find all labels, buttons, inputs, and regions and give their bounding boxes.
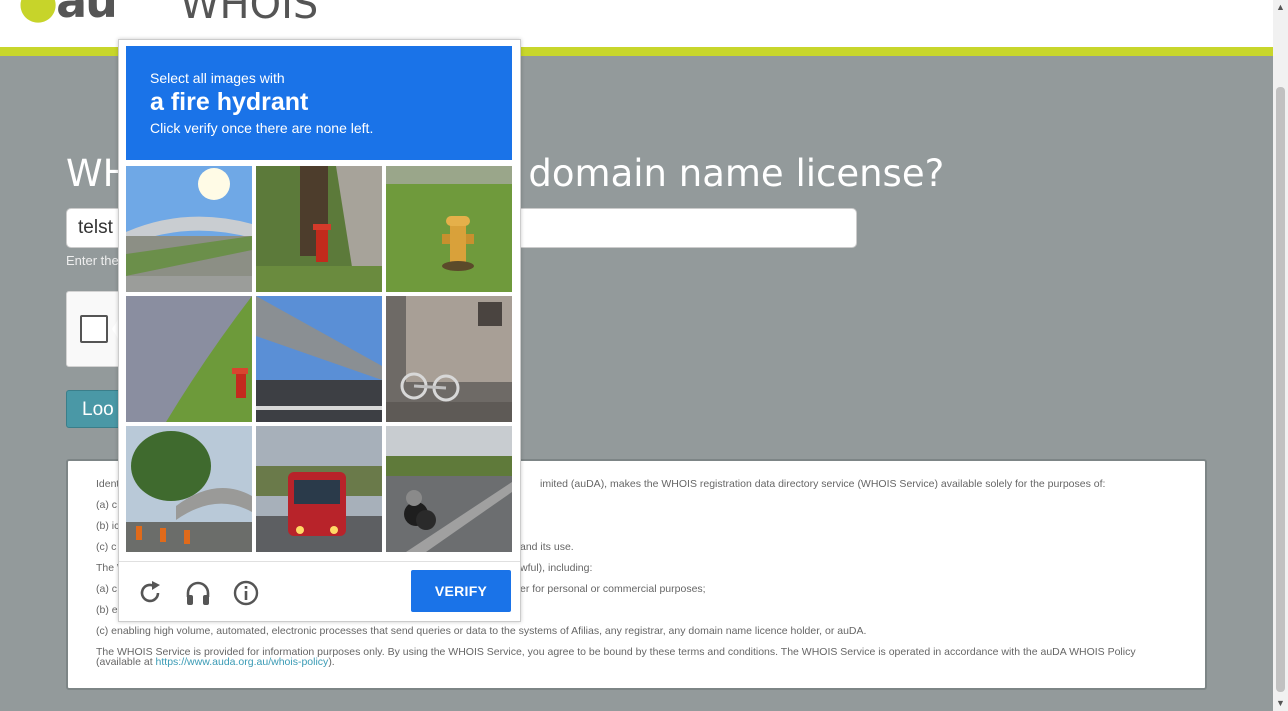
scroll-up-arrow-icon[interactable]: ▲ (1273, 0, 1288, 15)
scroll-thumb[interactable] (1276, 87, 1285, 692)
terms-line-a2-right: er for personal or commercial purposes; (520, 583, 706, 595)
verify-button[interactable]: VERIFY (411, 570, 511, 612)
terms-line-the-right: wful), including: (520, 562, 593, 574)
info-icon[interactable] (232, 579, 260, 607)
terms-line-a1: (a) c (96, 499, 117, 511)
captcha-tile-8[interactable] (256, 426, 382, 552)
search-hint: Enter the (66, 253, 119, 268)
search-input-value: telst (78, 217, 113, 238)
terms-line-c1: (c) c (96, 541, 117, 553)
terms-line-b1: (b) ic (96, 520, 120, 532)
prompt-target: a fire hydrant (150, 88, 309, 116)
terms-line-b2: (b) e (96, 604, 118, 616)
terms-line-intro-right: imited (auDA), makes the WHOIS registrat… (540, 478, 1106, 490)
prompt-instruction: Select all images with (150, 70, 285, 86)
terms-line-policy: (available at https://www.auda.org.au/wh… (96, 656, 335, 668)
terms-line-a2: (a) c (96, 583, 117, 595)
headphones-icon[interactable] (184, 579, 212, 607)
whois-policy-link[interactable]: https://www.auda.org.au/whois-policy (156, 656, 329, 668)
reload-icon[interactable] (136, 579, 164, 607)
terms-line-intro: Ident (96, 478, 120, 490)
terms-line-c1-right: and its use. (520, 541, 574, 553)
captcha-tile-3[interactable] (386, 166, 512, 292)
recaptcha-checkbox[interactable] (80, 315, 108, 343)
captcha-tile-1[interactable] (126, 166, 252, 292)
captcha-tile-5[interactable] (256, 296, 382, 422)
captcha-tile-6[interactable] (386, 296, 512, 422)
prompt-subtext: Click verify once there are none left. (150, 120, 374, 136)
recaptcha-challenge: Select all images with a fire hydrant Cl… (118, 39, 521, 622)
challenge-prompt: Select all images with a fire hydrant Cl… (126, 46, 512, 160)
auda-logo[interactable]: ●au (18, 0, 118, 28)
captcha-tile-4[interactable] (126, 296, 252, 422)
captcha-tile-7[interactable] (126, 426, 252, 552)
scroll-down-arrow-icon[interactable]: ▼ (1273, 696, 1288, 711)
lookup-button[interactable]: Loo (66, 390, 126, 428)
site-title: WHOIS (180, 0, 319, 28)
terms-line-c2: (c) enabling high volume, automated, ele… (96, 625, 867, 637)
challenge-footer: VERIFY (119, 561, 520, 622)
page-scrollbar[interactable]: ▲ ▼ (1273, 0, 1288, 711)
captcha-tile-2[interactable] (256, 166, 382, 292)
captcha-tile-9[interactable] (386, 426, 512, 552)
